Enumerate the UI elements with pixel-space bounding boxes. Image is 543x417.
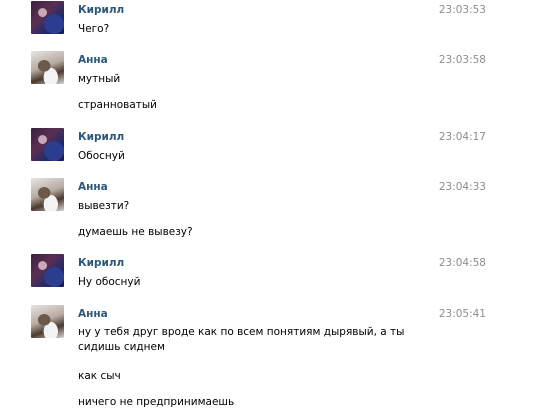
message-text: вывезти? (78, 200, 130, 212)
message-text: Обоснуй (78, 150, 125, 162)
sender-name[interactable]: Анна (78, 308, 108, 320)
message-text: ну у тебя друг вроде как по всем понятия… (78, 326, 405, 353)
avatar[interactable] (31, 1, 64, 34)
sender-name[interactable]: Кирилл (78, 4, 124, 16)
sender-name[interactable]: Анна (78, 54, 108, 66)
message-timestamp: 23:04:17 (438, 131, 486, 143)
message-text: Ну обоснуй (78, 276, 141, 288)
message-text: странноватый (78, 99, 157, 111)
avatar[interactable] (31, 178, 64, 211)
avatar[interactable] (31, 305, 64, 338)
message-timestamp: 23:05:41 (438, 308, 486, 320)
message-text: Чего? (78, 23, 110, 35)
message-text: думаешь не вывезу? (78, 226, 193, 238)
avatar[interactable] (31, 128, 64, 161)
message-text: мутный (78, 73, 121, 85)
message-timestamp: 23:03:53 (438, 4, 486, 16)
sender-name[interactable]: Кирилл (78, 257, 124, 269)
chat-history: Кирилл 23:03:53 Чего? Анна 23:03:58 мутн… (0, 0, 543, 417)
message-timestamp: 23:03:58 (438, 54, 486, 66)
message-text: ничего не предпринимаешь (78, 396, 235, 408)
message-timestamp: 23:04:33 (438, 181, 486, 193)
message-text: как сыч (78, 370, 121, 382)
sender-name[interactable]: Анна (78, 181, 108, 193)
avatar[interactable] (31, 51, 64, 84)
message-timestamp: 23:04:58 (438, 257, 486, 269)
avatar[interactable] (31, 254, 64, 287)
sender-name[interactable]: Кирилл (78, 131, 124, 143)
